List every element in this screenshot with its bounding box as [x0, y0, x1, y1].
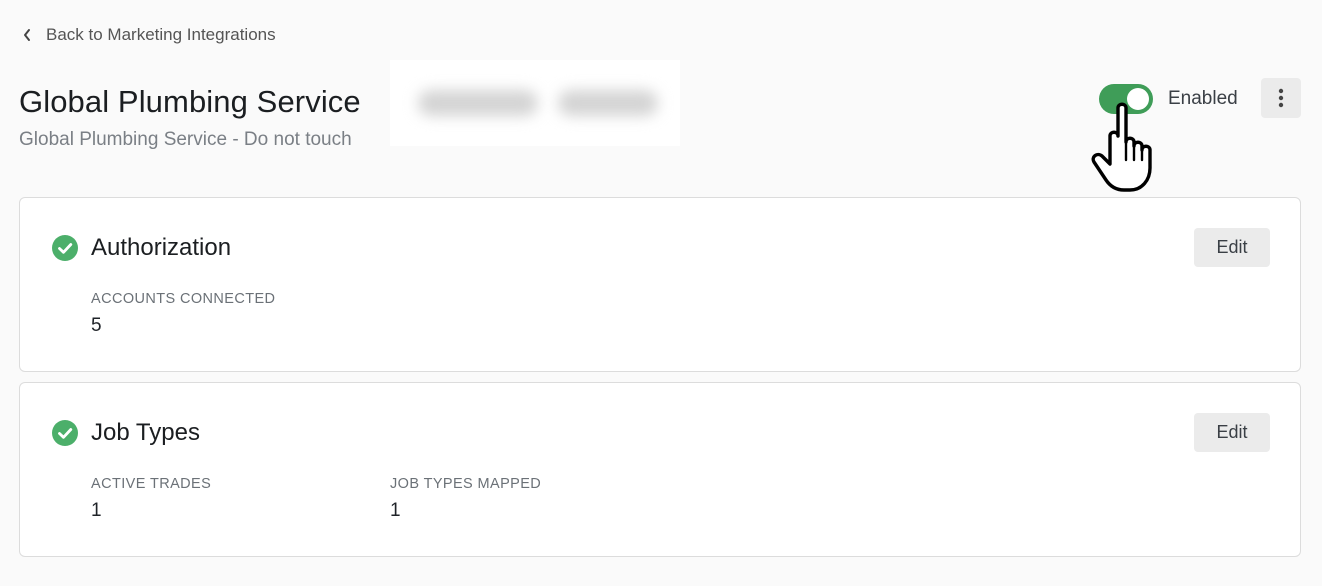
page-title: Global Plumbing Service — [19, 84, 361, 119]
redacted-region — [390, 60, 680, 146]
card-heading: Authorization — [52, 234, 231, 262]
accounts-connected-stat: ACCOUNTS CONNECTED 5 — [91, 291, 275, 337]
stat-label: ACTIVE TRADES — [91, 476, 212, 492]
chevron-left-icon — [24, 29, 30, 41]
card-title: Job Types — [91, 419, 200, 446]
stat-value: 1 — [91, 500, 102, 521]
integration-detail-page: Back to Marketing Integrations Global Pl… — [0, 0, 1322, 586]
more-options-button[interactable] — [1261, 78, 1301, 118]
job-types-mapped-stat: JOB TYPES MAPPED 1 — [390, 476, 541, 522]
active-trades-stat: ACTIVE TRADES 1 — [91, 476, 211, 522]
authorization-card: Authorization Edit ACCOUNTS CONNECTED 5 — [19, 197, 1301, 372]
stat-label: JOB TYPES MAPPED — [390, 476, 542, 492]
stat-label: ACCOUNTS CONNECTED — [91, 291, 276, 307]
toggle-label: Enabled — [1168, 88, 1238, 109]
check-circle-icon — [52, 420, 78, 446]
hand-pointer-icon — [1091, 102, 1152, 192]
card-title: Authorization — [91, 234, 232, 261]
job-types-card: Job Types Edit ACTIVE TRADES 1 JOB TYPES… — [19, 382, 1301, 557]
check-circle-icon — [52, 235, 78, 261]
card-heading: Job Types — [52, 419, 200, 447]
more-vertical-icon — [1278, 88, 1284, 108]
stat-value: 1 — [390, 500, 401, 521]
edit-job-types-button[interactable]: Edit — [1194, 413, 1270, 452]
page-subtitle: Global Plumbing Service - Do not touch — [19, 129, 352, 150]
stat-value: 5 — [91, 315, 102, 336]
edit-authorization-button[interactable]: Edit — [1194, 228, 1270, 267]
back-link[interactable]: Back to Marketing Integrations — [22, 22, 276, 48]
back-link-label: Back to Marketing Integrations — [46, 25, 276, 44]
